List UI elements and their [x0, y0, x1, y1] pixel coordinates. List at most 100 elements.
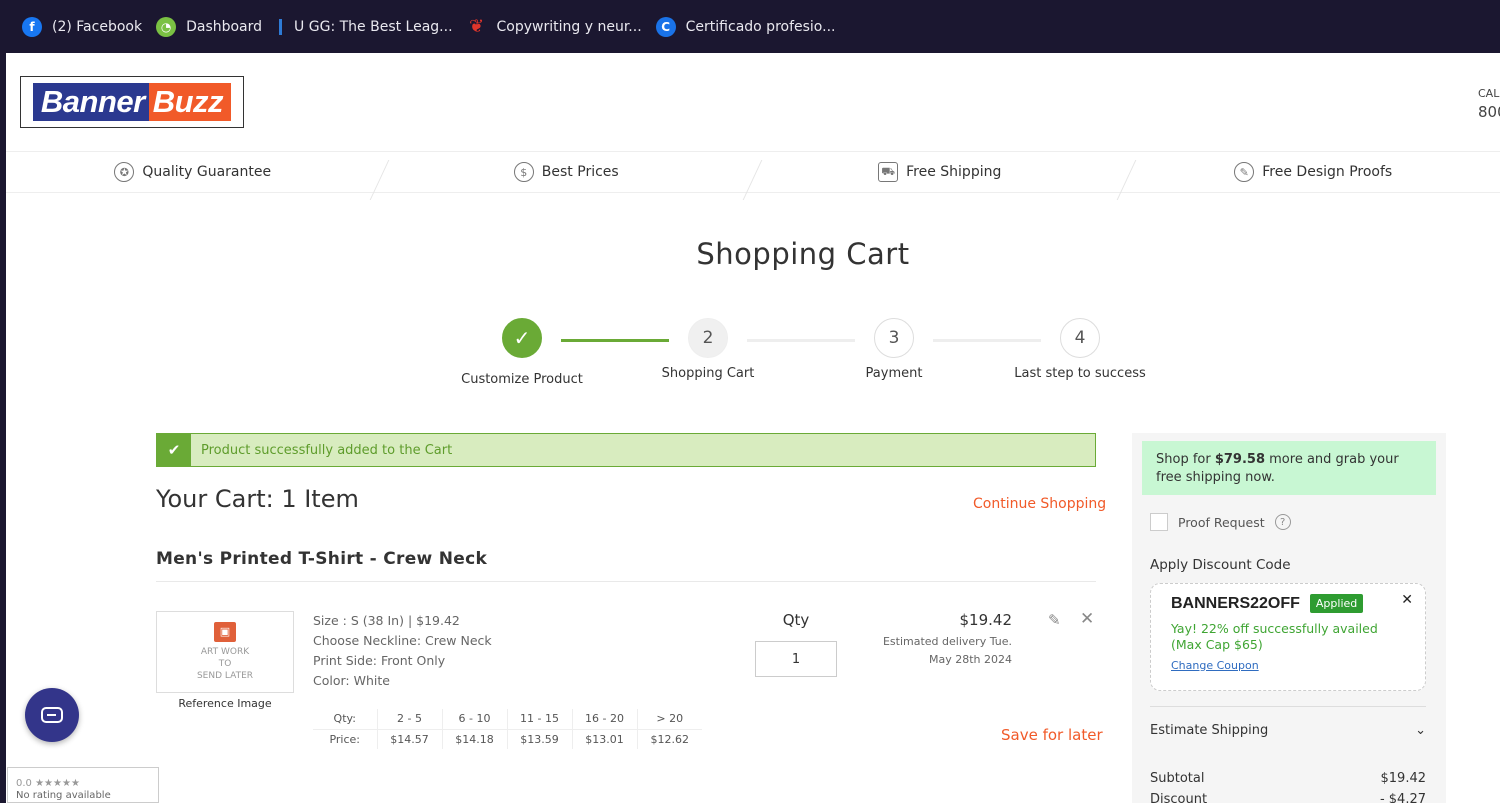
proof-request-checkbox[interactable]	[1150, 513, 1168, 531]
copywriting-icon: ❦	[468, 16, 485, 37]
bookmark-certificado[interactable]: C Certificado profesio...	[655, 16, 836, 37]
divider	[1150, 706, 1426, 707]
page-title: Shopping Cart	[696, 237, 910, 271]
alert-message: Product successfully added to the Cart	[201, 442, 453, 458]
call-info: CALL 800	[1478, 87, 1500, 121]
discount-value: - $4.27	[1379, 792, 1426, 803]
logo-wordmark: Banner Buzz	[32, 83, 232, 121]
close-icon[interactable]: ✕	[1080, 609, 1094, 629]
chevron-down-icon: ⌄	[1415, 723, 1426, 738]
item-price: $19.42	[959, 611, 1013, 629]
check-icon: ✔	[157, 434, 191, 466]
step-last: 4 Last step to success	[995, 318, 1165, 381]
cart-heading: Your Cart: 1 Item	[156, 485, 359, 513]
image-icon: ▣	[214, 622, 236, 642]
thumb-text: SEND LATER	[196, 671, 254, 681]
check-icon: ✓	[502, 318, 542, 358]
close-icon[interactable]: ✕	[1401, 592, 1413, 608]
delivery-line: Estimated delivery Tue.	[882, 635, 1012, 648]
logo-banner: Banner	[32, 83, 149, 121]
page: Banner Buzz CALL 800 ✪ Quality Guarantee…	[6, 53, 1500, 803]
certificate-icon: C	[655, 16, 676, 37]
discount-label: Discount	[1150, 792, 1208, 803]
tier-range: > 20	[637, 709, 702, 730]
order-summary-sidebar: Shop for $79.58 more and grab your free …	[1132, 433, 1446, 803]
coupon-code-row: BANNERS22OFF Applied	[1171, 594, 1405, 613]
feature-proofs: ✎ Free Design Proofs	[1127, 162, 1500, 182]
discount-row: Discount - $4.27	[1150, 792, 1426, 803]
dashboard-icon: ◔	[156, 16, 177, 37]
bookmarks-bar: f (2) Facebook ◔ Dashboard U GG: The Bes…	[0, 0, 1500, 53]
change-coupon-link[interactable]: Change Coupon	[1171, 659, 1405, 672]
bookmark-copywriting[interactable]: ❦ Copywriting y neur...	[467, 16, 642, 37]
ship-amount: $79.58	[1214, 452, 1266, 467]
bookmark-facebook[interactable]: f (2) Facebook	[22, 16, 142, 37]
step-label: Customize Product	[461, 372, 583, 387]
bookmark-ugg[interactable]: U GG: The Best Leag...	[276, 17, 453, 37]
bookmark-label: Certificado profesio...	[685, 18, 836, 35]
feature-label: Quality Guarantee	[142, 164, 272, 180]
feature-prices: $ Best Prices	[380, 160, 763, 200]
step-number: 3	[874, 318, 914, 358]
award-icon: ✪	[114, 162, 135, 182]
delivery-line: May 28th 2024	[928, 653, 1012, 666]
tier-price-row: Price: $14.57 $14.18 $13.59 $13.01 $12.6…	[313, 729, 702, 749]
tier-header: Price:	[313, 729, 378, 749]
bookmark-label: Dashboard	[186, 18, 263, 35]
step-payment: 3 Payment	[809, 318, 979, 381]
ugg-icon	[276, 17, 284, 37]
tier-price: $13.59	[507, 729, 573, 749]
tier-qty-row: Qty: 2 - 5 6 - 10 11 - 15 16 - 20 > 20	[313, 709, 702, 730]
coupon-message: Yay! 22% off successfully availed (Max C…	[1171, 621, 1378, 652]
bookmark-dashboard[interactable]: ◔ Dashboard	[156, 16, 263, 37]
feature-label: Best Prices	[541, 164, 619, 180]
save-for-later-link[interactable]: Save for later	[1001, 726, 1103, 744]
tier-range: 2 - 5	[377, 709, 443, 730]
rating-widget[interactable]: 0.0 ★★★★★ No rating available	[7, 767, 159, 803]
call-label: CALL	[1478, 87, 1500, 100]
product-name[interactable]: Men's Printed T-Shirt - Crew Neck	[156, 549, 487, 569]
call-number[interactable]: 800	[1478, 103, 1500, 121]
estimate-shipping-toggle[interactable]: Estimate Shipping ⌄	[1150, 723, 1426, 738]
step-number: 2	[688, 318, 728, 358]
proof-request-label: Proof Request	[1178, 514, 1265, 530]
proof-request: Proof Request ?	[1150, 513, 1291, 531]
feature-shipping: ⛟ Free Shipping	[753, 160, 1136, 200]
continue-shopping-link[interactable]: Continue Shopping	[973, 496, 1106, 512]
palette-icon: ✎	[1234, 162, 1255, 182]
spec-print-side: Print Side: Front Only	[313, 653, 446, 668]
rating-text: No rating available	[16, 790, 111, 801]
help-icon[interactable]: ?	[1274, 514, 1291, 530]
feature-strip: ✪ Quality Guarantee $ Best Prices ⛟ Free…	[6, 151, 1500, 200]
apply-discount-label: Apply Discount Code	[1150, 557, 1291, 573]
applied-badge: Applied	[1309, 594, 1364, 613]
product-thumbnail[interactable]: ▣ ART WORK TO SEND LATER	[156, 611, 294, 693]
qty-label: Qty	[782, 611, 810, 629]
tier-price-table: Qty: 2 - 5 6 - 10 11 - 15 16 - 20 > 20 P…	[313, 709, 702, 749]
coupon-code: BANNERS22OFF	[1171, 594, 1300, 612]
step-shopping-cart: 2 Shopping Cart	[623, 318, 793, 381]
feature-label: Free Design Proofs	[1262, 164, 1393, 180]
subtotal-label: Subtotal	[1150, 771, 1205, 786]
ship-text: Shop for	[1156, 452, 1215, 467]
applied-coupon-box: BANNERS22OFF Applied Yay! 22% off succes…	[1150, 583, 1426, 691]
tier-range: 11 - 15	[507, 709, 573, 730]
step-label: Last step to success	[1014, 366, 1146, 381]
chat-button[interactable]	[25, 688, 79, 742]
feature-label: Free Shipping	[906, 164, 1002, 180]
facebook-icon: f	[22, 16, 42, 37]
bannerbuzz-logo[interactable]: Banner Buzz	[20, 76, 244, 128]
step-customize-product[interactable]: ✓ Customize Product	[437, 318, 607, 387]
step-label: Shopping Cart	[661, 366, 755, 381]
bookmark-label: U GG: The Best Leag...	[294, 18, 453, 35]
pencil-icon[interactable]: ✎	[1048, 611, 1061, 629]
thumb-text: ART WORK	[200, 647, 250, 657]
spec-neckline: Choose Neckline: Crew Neck	[313, 633, 492, 648]
estimated-delivery: Estimated delivery Tue. May 28th 2024	[866, 633, 1012, 669]
step-label: Payment	[865, 366, 923, 381]
tier-price: $12.62	[650, 732, 690, 746]
subtotal-value: $19.42	[1380, 771, 1427, 786]
free-shipping-message: Shop for $79.58 more and grab your free …	[1142, 441, 1436, 495]
qty-input[interactable]	[755, 641, 837, 677]
dollar-icon: $	[513, 162, 534, 182]
